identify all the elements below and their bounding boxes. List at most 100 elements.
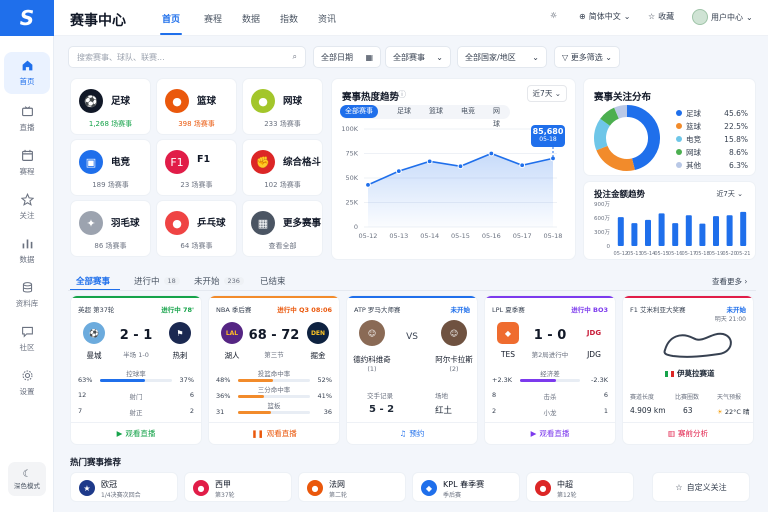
sport-card[interactable]: ● 网球 233 场赛事 <box>242 78 323 135</box>
sidebar-item-live[interactable]: 直播 <box>4 98 50 140</box>
see-more-link[interactable]: 查看更多 › <box>712 276 747 287</box>
distribution-title: 赛事关注分布 <box>594 92 652 103</box>
sidebar-item-settings[interactable]: 设置 <box>4 362 50 404</box>
bet-bar[interactable] <box>699 223 706 246</box>
trend-point[interactable] <box>365 181 371 188</box>
trend-point[interactable] <box>519 162 526 169</box>
tab-live[interactable]: 进行中 18 <box>134 275 180 287</box>
legend-label: 其他 <box>686 161 701 170</box>
donut-slice[interactable] <box>594 118 611 151</box>
upcoming-count-badge: 236 <box>223 277 244 285</box>
trend-point[interactable] <box>426 158 433 165</box>
pre-race-analysis-button[interactable]: ▥ 赛前分析 <box>623 422 753 444</box>
watch-live-button[interactable]: ▶ 观看直播 <box>71 422 201 444</box>
donut-slice[interactable] <box>614 105 628 119</box>
bet-bar[interactable] <box>713 216 719 246</box>
sport-card[interactable]: ● 篮球 398 场赛事 <box>156 78 237 135</box>
tab-data[interactable]: 数据 <box>242 12 260 25</box>
sidebar-item-library[interactable]: 资料库 <box>4 274 50 316</box>
sport-count: 1,268 场赛事 <box>88 120 133 128</box>
event-filter[interactable]: 全部赛事 ⌄ <box>385 46 451 68</box>
bet-bar[interactable] <box>672 223 679 246</box>
date-filter[interactable]: 全部日期 ▦ <box>313 46 381 68</box>
donut-slice[interactable] <box>626 105 660 171</box>
bet-bar[interactable] <box>740 211 747 246</box>
match-status: 进行中 BO3 <box>571 306 608 314</box>
app-logo[interactable]: S <box>0 0 54 36</box>
search-placeholder: 搜索赛事、球队、联赛... <box>77 52 165 62</box>
sport-card[interactable]: ⚽ 足球 1,268 场赛事 <box>70 78 151 135</box>
stat-label: 击杀 <box>543 393 557 401</box>
sport-name: 乒乓球 <box>197 218 226 229</box>
hot-event-item[interactable]: ★ 欧冠 1/4决赛次回合 <box>70 472 178 502</box>
tab-finished[interactable]: 已结束 <box>260 275 286 287</box>
bet-bar[interactable] <box>631 223 638 246</box>
search-icon[interactable]: ⌕ <box>293 52 297 62</box>
trend-point[interactable] <box>395 168 402 175</box>
away-player-name: 阿尔卡拉斯 <box>435 355 473 364</box>
y-tick-label: 75K <box>345 150 358 158</box>
soccer-ball-icon: ⚽ <box>79 89 103 113</box>
hot-event-name: 法网 <box>329 480 345 489</box>
sport-card[interactable]: ▣ 电竞 189 场赛事 <box>70 139 151 196</box>
match-card-football[interactable]: 英超 第37轮 进行中 78' ⚽ ⚑ 曼城 热刺 2 - 1 半场 1-0 控… <box>70 295 202 445</box>
sidebar-item-home[interactable]: 首页 <box>4 52 50 94</box>
tab-upcoming[interactable]: 未开始 236 <box>194 275 244 287</box>
bet-bar[interactable] <box>726 215 733 246</box>
tab-news[interactable]: 资讯 <box>318 12 336 25</box>
sidebar-item-data[interactable]: 数据 <box>4 230 50 272</box>
roland-garros-icon: ● <box>307 480 323 496</box>
hot-event-item[interactable]: ● 法网 第二轮 <box>298 472 406 502</box>
sport-name: 篮球 <box>197 96 217 107</box>
bet-bar[interactable] <box>617 217 624 246</box>
sport-count: 23 场赛事 <box>180 181 213 189</box>
user-center-button[interactable]: 用户中心 ⌄ <box>692 9 753 25</box>
match-card-esports[interactable]: LPL 夏季赛 进行中 BO3 ◆ JDG TES JDG 1 - 0 第2局进… <box>484 295 616 445</box>
sidebar-item-community[interactable]: 社区 <box>4 318 50 360</box>
watch-live-button[interactable]: ▶ 观看直播 <box>485 422 615 444</box>
trend-point[interactable] <box>457 163 464 170</box>
sidebar-item-schedule[interactable]: 赛程 <box>4 142 50 184</box>
watch-live-button[interactable]: ❚❚ 观看直播 <box>209 422 339 444</box>
sidebar-item-follow[interactable]: 关注 <box>4 186 50 228</box>
sport-card[interactable]: F1 F1 23 场赛事 <box>156 139 237 196</box>
tab-label: 已结束 <box>260 277 286 287</box>
sport-card[interactable]: ▦ 更多赛事 查看全部 <box>242 200 323 257</box>
bet-bar[interactable] <box>645 219 651 246</box>
hot-event-sub: 季后赛 <box>443 492 462 499</box>
match-card-f1[interactable]: F1 艾米利亚大奖赛 未开始 明天 21:00 伊莫拉赛道 赛道长度 4.909… <box>622 295 754 445</box>
tab-all-matches[interactable]: 全部赛事 <box>76 275 110 287</box>
match-card-nba[interactable]: NBA 季后赛 进行中 Q3 08:06 LAL DEN 湖人 掘金 68 - … <box>208 295 340 445</box>
language-select[interactable]: ⊕ 简体中文 ⌄ <box>579 11 630 22</box>
tab-schedule[interactable]: 赛程 <box>204 12 222 25</box>
fg-fill <box>238 379 273 382</box>
weather-label: 天气预报 <box>717 394 742 401</box>
donut-slice[interactable] <box>596 145 635 171</box>
match-substatus: 半场 1-0 <box>123 351 149 359</box>
theme-sun-icon[interactable]: ☼ <box>550 11 557 20</box>
favorites-button[interactable]: ☆ 收藏 <box>648 11 674 22</box>
search-input[interactable]: 搜索赛事、球队、联赛... ⌕ <box>68 46 306 68</box>
hot-event-item[interactable]: ◆ KPL 春季赛 季后赛 <box>412 472 520 502</box>
region-filter[interactable]: 全部国家/地区 ⌄ <box>457 46 547 68</box>
sport-card[interactable]: ✦ 羽毛球 86 场赛事 <box>70 200 151 257</box>
hot-event-item[interactable]: ● 中超 第12轮 <box>526 472 634 502</box>
bet-bar[interactable] <box>658 213 665 246</box>
dark-mode-toggle[interactable]: ☾ 深色模式 <box>8 462 46 496</box>
tab-home[interactable]: 首页 <box>159 12 183 35</box>
sport-card[interactable]: ● 乒乓球 64 场赛事 <box>156 200 237 257</box>
sport-card[interactable]: ✊ 综合格斗 102 场赛事 <box>242 139 323 196</box>
sport-name: 综合格斗 <box>283 157 322 168</box>
hot-event-item[interactable]: ● 西甲 第37轮 <box>184 472 292 502</box>
match-card-tennis[interactable]: ATP 罗马大师赛 未开始 ☺ ☺ VS 德约科维奇 阿尔卡拉斯 (1) (2)… <box>346 295 478 445</box>
hot-event-name: 西甲 <box>215 480 231 489</box>
user-center-label: 用户中心 <box>711 12 743 22</box>
more-filters-button[interactable]: ▽ 更多筛选 ⌄ <box>554 46 620 68</box>
bet-bar[interactable] <box>685 215 692 246</box>
reserve-button[interactable]: ♫ 预约 <box>347 422 477 444</box>
track-length-label: 赛道长度 <box>630 394 655 401</box>
custom-follow-button[interactable]: ☆ 自定义关注 <box>652 472 750 502</box>
trend-point[interactable] <box>488 150 495 157</box>
tab-odds[interactable]: 指数 <box>280 12 298 25</box>
donut-slice[interactable] <box>600 107 620 127</box>
